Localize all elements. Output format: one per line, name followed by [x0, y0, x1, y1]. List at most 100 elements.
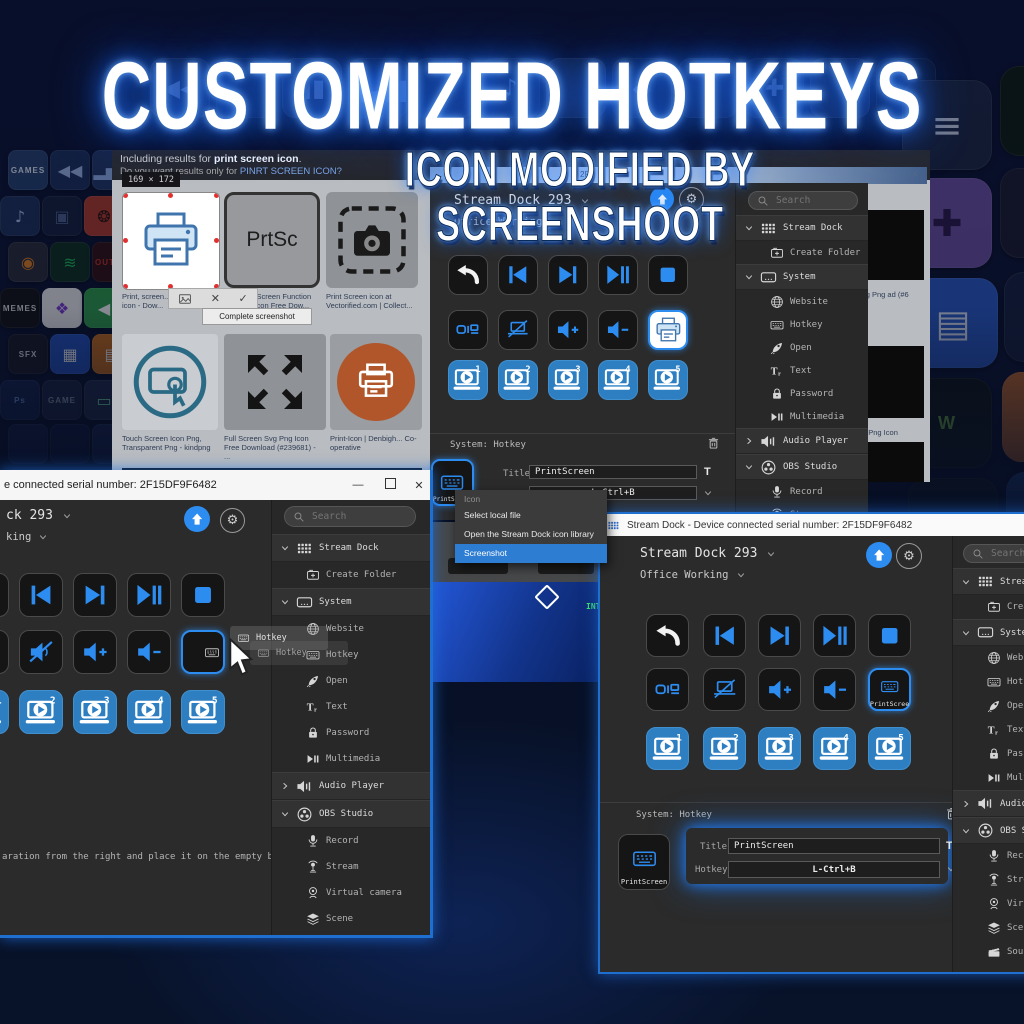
chevron-right-icon[interactable] — [961, 799, 971, 809]
sidebar-group-stream-dock[interactable]: Stream Dock — [272, 534, 430, 562]
key-playnext-button[interactable] — [598, 255, 638, 295]
image-chip-icon[interactable] — [178, 292, 192, 306]
sidebar-item-open[interactable]: Open — [953, 694, 1024, 718]
key-vol-down-button[interactable] — [127, 630, 171, 674]
upload-button[interactable] — [184, 506, 210, 532]
sidebar-group-obs-studio[interactable]: OBS Studio — [953, 817, 1024, 844]
menu-item-select-local-file[interactable]: Select local file — [455, 506, 607, 525]
sidebar-item-hotkey[interactable]: Hotkey — [736, 313, 868, 336]
image-result-caption[interactable]: Full Screen Svg Png Icon Free Download (… — [224, 434, 324, 461]
key-vol-up-button[interactable] — [73, 630, 117, 674]
minimize-button[interactable]: — — [344, 479, 372, 491]
sidebar-group-stream-dock[interactable]: Stream Dock — [953, 568, 1024, 595]
hotkey-field-input[interactable] — [728, 861, 940, 878]
sidebar-item-stream[interactable]: Stream — [272, 854, 430, 880]
key-cast-2-button[interactable]: 2 — [19, 690, 63, 734]
selection-handle[interactable] — [168, 193, 173, 198]
sidebar-group-obs-studio[interactable]: OBS Studio — [272, 800, 430, 828]
image-result-printer-orange[interactable] — [330, 334, 422, 430]
key-back-button[interactable] — [448, 255, 488, 295]
key-cast-4-button[interactable]: 4 — [813, 727, 856, 770]
window-titlebar[interactable]: Stream Dock - Device connected serial nu… — [600, 514, 1024, 536]
menu-item-screenshot[interactable]: Screenshot — [455, 544, 607, 563]
key-cast-5-button[interactable]: 5 — [868, 727, 911, 770]
sidebar-group-system[interactable]: System — [736, 264, 868, 290]
sidebar-item-record[interactable]: Record — [736, 480, 868, 503]
sidebar-item-text[interactable]: TrText — [736, 359, 868, 382]
chevron-down-icon[interactable] — [961, 577, 971, 587]
chevron-down-icon[interactable] — [280, 809, 290, 819]
key-cast-1-button[interactable]: 1 — [448, 360, 488, 400]
sidebar-item-source-visibility[interactable]: Source Visibility — [272, 932, 430, 935]
key-back-button[interactable] — [0, 573, 9, 617]
sidebar-item-website[interactable]: Website — [736, 290, 868, 313]
sidebar-item-source-visibility[interactable]: Source Visibility — [953, 940, 1024, 964]
sidebar-item-create-folder[interactable]: Create Folder — [272, 562, 430, 588]
maximize-button[interactable] — [376, 478, 404, 492]
fragment-close-icon[interactable]: ✕ — [911, 169, 919, 180]
key-devices-button[interactable] — [646, 668, 689, 711]
sidebar-item-password[interactable]: Password — [953, 742, 1024, 766]
selection-handle[interactable] — [123, 238, 128, 243]
key-vol-up-button[interactable] — [548, 310, 588, 350]
profile-select[interactable]: king — [6, 531, 48, 543]
key-cast-4-button[interactable]: 4 — [598, 360, 638, 400]
sidebar-search-input[interactable] — [989, 547, 1024, 560]
key-stop-button[interactable] — [648, 255, 688, 295]
sidebar-item-multimedia[interactable]: Multimedia — [736, 405, 868, 428]
chevron-down-icon[interactable] — [744, 462, 754, 472]
upload-button[interactable] — [866, 542, 892, 568]
key-stop-button[interactable] — [868, 614, 911, 657]
key-cast-4-button[interactable]: 4 — [127, 690, 171, 734]
key-prev-button[interactable] — [703, 614, 746, 657]
key-devices-button[interactable] — [448, 310, 488, 350]
selection-handle[interactable] — [123, 193, 128, 198]
sidebar-item-open[interactable]: Open — [736, 336, 868, 359]
sidebar-group-audio-player[interactable]: Audio Player — [736, 428, 868, 454]
sidebar-search-input[interactable] — [310, 510, 405, 523]
key-vol-down-button[interactable] — [813, 668, 856, 711]
chevron-down-icon[interactable] — [961, 628, 971, 638]
sidebar-item-record[interactable]: Record — [953, 844, 1024, 868]
sidebar-search[interactable] — [963, 544, 1024, 563]
image-result-caption[interactable]: Print-Icon | Denbigh... Co-operative — [330, 434, 430, 452]
hotkey-dropdown-chevron[interactable] — [703, 488, 713, 498]
key-cast-5-button[interactable]: 5 — [648, 360, 688, 400]
settings-gear-button[interactable]: ⚙ — [896, 543, 922, 569]
chevron-down-icon[interactable] — [280, 543, 290, 553]
key-cast-3-button[interactable]: 3 — [73, 690, 117, 734]
key-cast-1-button[interactable]: 1 — [0, 690, 9, 734]
sidebar-item-hotkey[interactable]: Hotkey — [953, 670, 1024, 694]
sidebar-group-audio-player[interactable]: Audio Player — [272, 772, 430, 800]
sidebar-group-audio-player[interactable]: Audio Player — [953, 790, 1024, 817]
sidebar-group-system[interactable]: System — [953, 619, 1024, 646]
selection-handle[interactable] — [123, 284, 128, 289]
key-laptop-off-button[interactable] — [703, 668, 746, 711]
key-playnext-button[interactable] — [813, 614, 856, 657]
close-button[interactable]: ✕ — [405, 479, 433, 492]
key-playnext-button[interactable] — [127, 573, 171, 617]
sidebar-group-system[interactable]: System — [272, 588, 430, 616]
key-back-button[interactable] — [646, 614, 689, 657]
sidebar-item-create-folder[interactable]: Create Folder — [953, 595, 1024, 619]
image-result-caption[interactable]: Print Screen icon at Vectorified.com | C… — [326, 292, 426, 310]
image-result-caption[interactable]: Touch Screen Icon Png, Transparent Png -… — [122, 434, 222, 452]
sidebar-item-scene[interactable]: Scene — [272, 906, 430, 932]
sidebar-item-stream[interactable]: Stream — [953, 868, 1024, 892]
sidebar-item-password[interactable]: Password — [736, 382, 868, 405]
key-vol-down-button[interactable] — [598, 310, 638, 350]
title-field-input[interactable] — [529, 465, 697, 479]
sidebar-item-website[interactable]: Website — [953, 646, 1024, 670]
sidebar-item-multimedia[interactable]: Multimedia — [272, 746, 430, 772]
key-next-button[interactable] — [73, 573, 117, 617]
sidebar-item-record[interactable]: Record — [272, 828, 430, 854]
key-vol-up-button[interactable] — [758, 668, 801, 711]
sidebar-item-scene[interactable]: Scene — [953, 916, 1024, 940]
key-kbd-sel-button[interactable]: PrintScreen — [868, 668, 911, 711]
text-style-button[interactable]: T — [704, 466, 711, 478]
chevron-down-icon[interactable] — [961, 826, 971, 836]
key-next-button[interactable] — [548, 255, 588, 295]
image-result-printer-card[interactable] — [122, 192, 220, 290]
chevron-down-icon[interactable] — [280, 597, 290, 607]
sidebar-search[interactable] — [284, 506, 416, 527]
